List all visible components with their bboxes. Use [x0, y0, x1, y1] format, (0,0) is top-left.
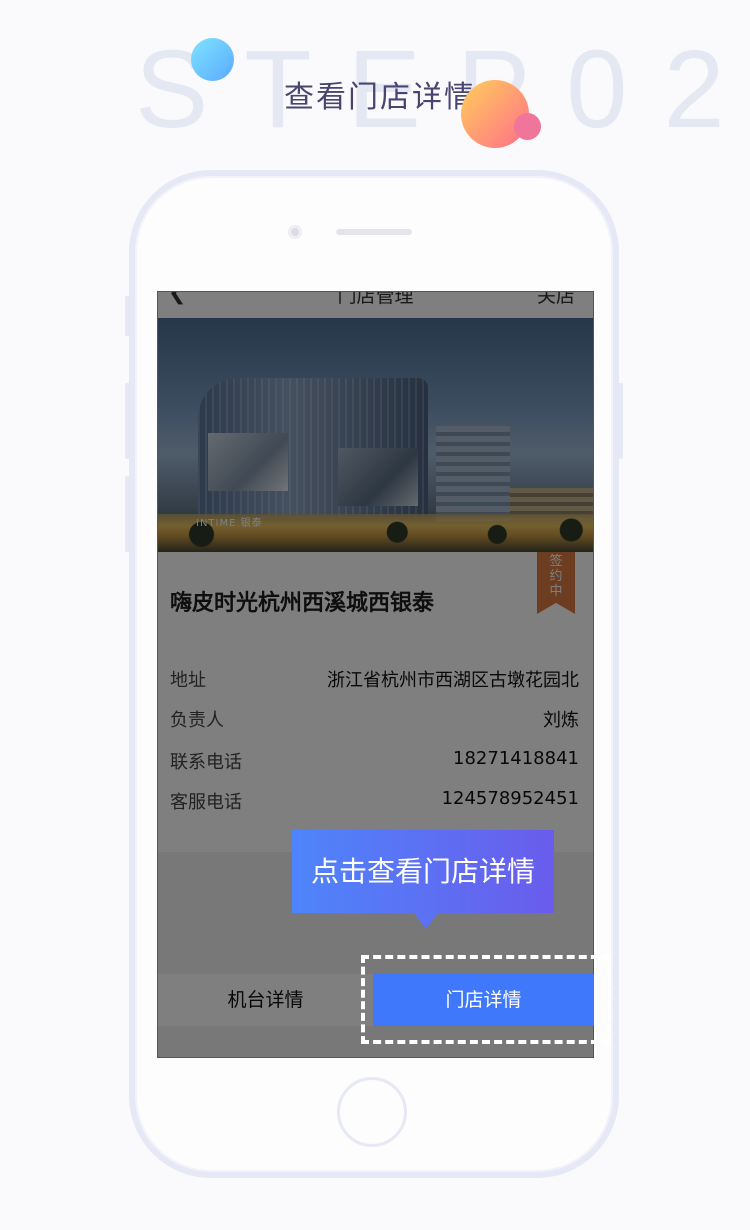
phone-camera — [288, 225, 302, 239]
phone-speaker — [336, 229, 412, 235]
decorative-dot-pink — [514, 113, 541, 140]
tooltip-arrow-icon — [414, 913, 438, 929]
decorative-dot-orange — [461, 80, 529, 148]
tooltip: 点击查看门店详情 — [292, 830, 554, 913]
phone-screen: ❮ 门店管理 关店 INTIME 银泰 嗨皮时光杭州西溪城西银泰 签约中 地址 … — [157, 291, 594, 1058]
phone-home-button[interactable] — [337, 1077, 407, 1147]
page-title: 查看门店详情 — [284, 80, 476, 115]
dim-overlay — [158, 292, 593, 1057]
highlight-frame — [361, 955, 611, 1044]
